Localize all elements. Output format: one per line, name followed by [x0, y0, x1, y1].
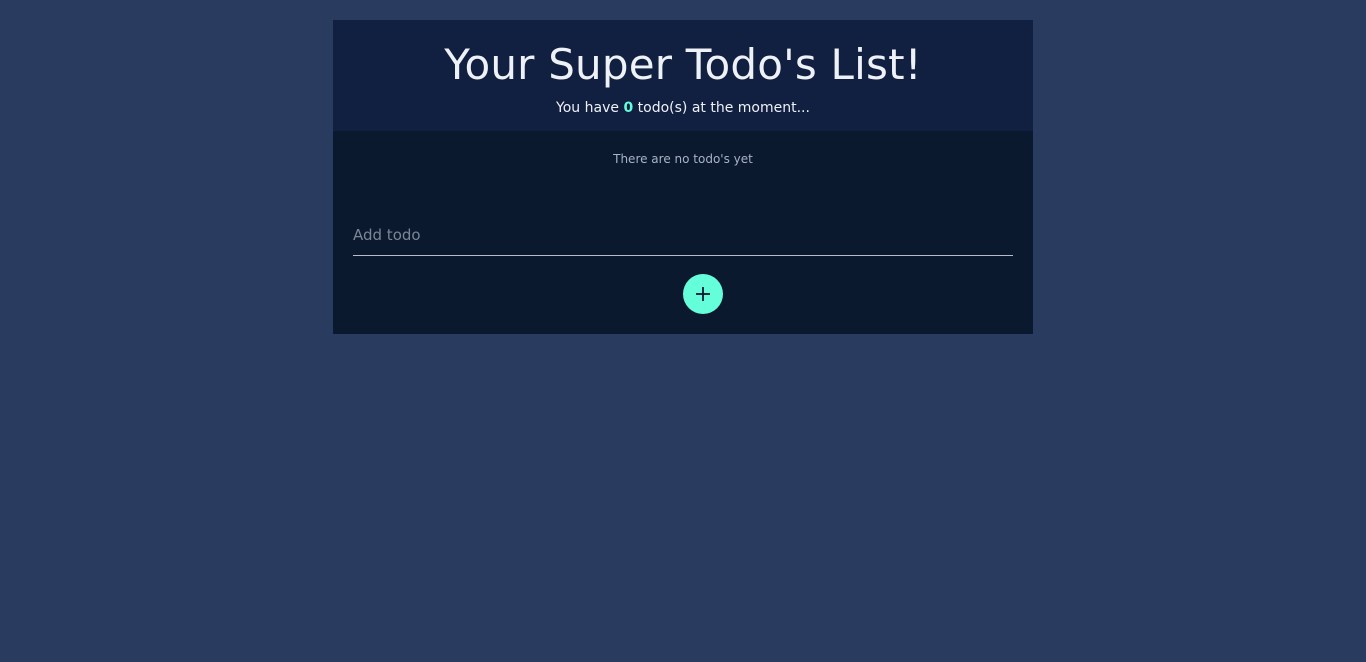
summary-prefix: You have — [556, 100, 624, 116]
summary-suffix: todo(s) at the moment... — [633, 100, 810, 116]
empty-state-message: There are no todo's yet — [613, 152, 753, 166]
app-header: Your Super Todo's List! You have 0 todo(… — [333, 20, 1033, 131]
todo-count-summary: You have 0 todo(s) at the moment... — [333, 99, 1033, 117]
page-title: Your Super Todo's List! — [444, 40, 922, 89]
add-todo-field — [353, 215, 1013, 256]
plus-icon — [695, 286, 711, 302]
todo-count-badge: 0 — [623, 100, 634, 116]
add-todo-input[interactable] — [353, 215, 1013, 255]
add-todo-button[interactable] — [683, 274, 723, 314]
todo-app: Your Super Todo's List! You have 0 todo(… — [333, 20, 1033, 334]
todo-panel: There are no todo's yet — [333, 131, 1033, 334]
